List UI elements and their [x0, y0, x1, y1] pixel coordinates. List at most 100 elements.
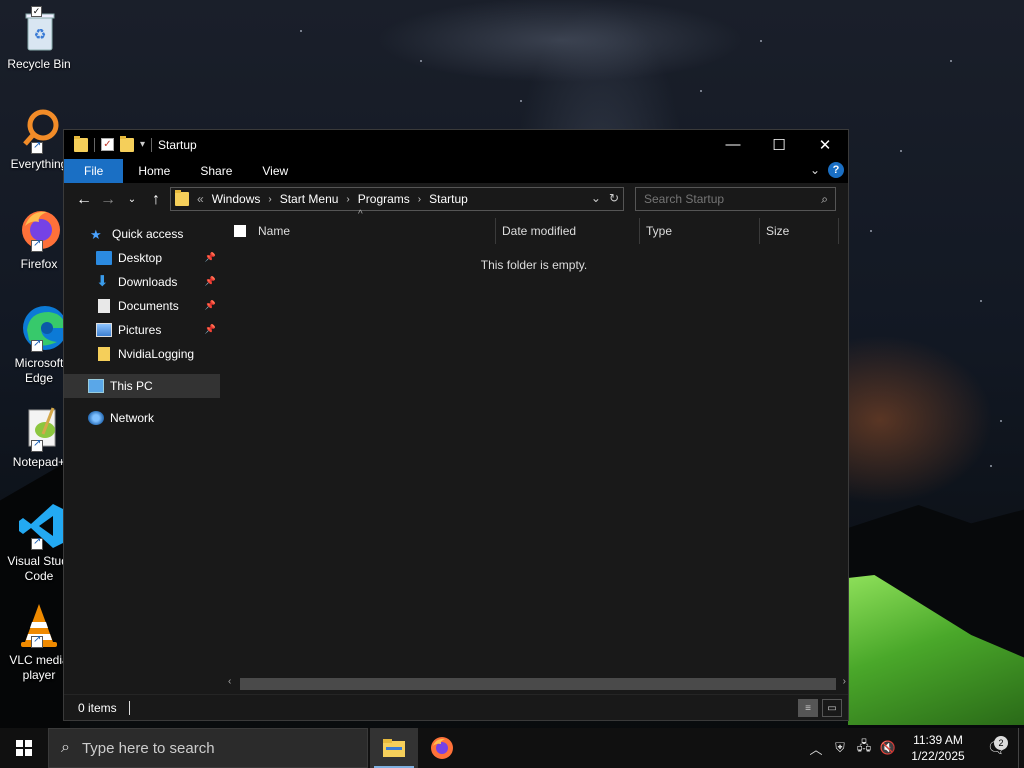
maximize-button[interactable]: ☐	[756, 130, 802, 159]
network-icon	[88, 411, 104, 425]
nav-item-network[interactable]: Network	[64, 406, 220, 430]
network-status-icon[interactable]: 🖧	[852, 737, 876, 759]
tab-share[interactable]: Share	[185, 159, 247, 183]
column-name[interactable]: Name	[258, 224, 290, 238]
download-arrow-icon: ⬇	[96, 273, 109, 290]
minimize-button[interactable]: —	[710, 130, 756, 159]
status-bar: 0 items ≡ ▭	[64, 694, 848, 720]
document-icon	[98, 299, 110, 313]
window-title: Startup	[158, 137, 197, 152]
tab-view[interactable]: View	[247, 159, 303, 183]
nav-item-label: Downloads	[118, 275, 178, 289]
action-center-button[interactable]: 🗨 2	[976, 736, 1018, 758]
desktop-icon-recycle-bin[interactable]: ♻ ✓ Recycle Bin	[0, 6, 78, 72]
nav-item-pictures[interactable]: Pictures 📌	[64, 318, 220, 342]
taskbar-search-placeholder: Type here to search	[81, 739, 215, 757]
new-folder-icon[interactable]	[120, 135, 134, 152]
nav-item-nvidialogging[interactable]: NvidiaLogging	[64, 342, 220, 366]
back-button[interactable]: ←	[72, 191, 96, 209]
pin-icon: 📌	[204, 276, 216, 286]
clock[interactable]: 11:39 AM 1/22/2025	[900, 732, 976, 764]
show-desktop-button[interactable]	[1018, 728, 1024, 768]
breadcrumb-programs[interactable]: Programs	[358, 192, 410, 206]
breadcrumb-startup[interactable]: Startup	[429, 192, 468, 206]
checkbox-icon: ✓	[31, 6, 42, 17]
nav-item-this-pc[interactable]: This PC	[64, 374, 220, 398]
volume-muted-icon[interactable]: 🔇	[876, 740, 900, 756]
search-icon: ⌕	[61, 739, 70, 756]
show-hidden-icons-icon[interactable]: ︿	[804, 739, 828, 758]
edge-icon	[23, 306, 67, 350]
shortcut-arrow-icon	[31, 238, 43, 252]
nav-item-label: Network	[110, 411, 155, 425]
nav-item-downloads[interactable]: ⬇ Downloads 📌	[64, 270, 220, 294]
system-tray: ︿ ⛨ 🖧 🔇 11:39 AM 1/22/2025 🗨 2	[804, 728, 1024, 768]
folder-icon	[74, 135, 88, 152]
horizontal-scrollbar[interactable]: ‹ ›	[228, 676, 848, 690]
chevron-right-icon[interactable]: ›	[268, 194, 271, 205]
tab-home[interactable]: Home	[123, 159, 185, 183]
taskbar-file-explorer[interactable]	[370, 728, 418, 768]
clock-date: 1/22/2025	[911, 749, 965, 763]
expand-ribbon-icon[interactable]: ⌄	[810, 163, 820, 177]
search-icon[interactable]: ⌕	[821, 192, 828, 207]
computer-icon	[88, 379, 104, 393]
desktop-icon	[96, 251, 112, 265]
folder-icon	[175, 190, 189, 206]
address-bar[interactable]: « Windows › Start Menu › Programs › Star…	[170, 187, 624, 211]
column-type[interactable]: Type	[646, 224, 672, 238]
navigation-pane: ★ Quick access Desktop 📌 ⬇ Downloads 📌 D…	[64, 216, 220, 694]
start-button[interactable]	[0, 728, 48, 768]
tab-file[interactable]: File	[64, 159, 124, 183]
refresh-icon[interactable]: ↻	[609, 191, 619, 205]
up-button[interactable]: ↑	[144, 191, 168, 209]
empty-folder-message: This folder is empty.	[480, 258, 588, 272]
nav-item-quick-access[interactable]: ★ Quick access	[64, 222, 220, 246]
large-icons-view-button[interactable]: ▭	[822, 699, 842, 717]
item-count: 0 items	[78, 700, 117, 715]
nav-item-label: This PC	[110, 379, 153, 393]
shortcut-arrow-icon	[31, 338, 43, 352]
ribbon: File Home Share View ⌄ ?	[64, 159, 848, 183]
properties-icon[interactable]: ✓	[101, 138, 114, 151]
recent-locations-button[interactable]: ⌄	[120, 194, 144, 205]
scroll-left-icon[interactable]: ‹	[228, 676, 231, 687]
select-all-checkbox[interactable]	[234, 225, 246, 237]
navigation-bar: ← → ⌄ ↑ « Windows › Start Menu › Program…	[64, 183, 848, 216]
svg-text:♻: ♻	[34, 26, 47, 42]
taskbar-search-box[interactable]: ⌕ Type here to search	[48, 728, 368, 768]
firefox-icon	[431, 737, 453, 759]
address-dropdown-icon[interactable]: ⌄	[591, 191, 601, 205]
star-icon: ★	[90, 227, 102, 242]
column-date-modified[interactable]: Date modified	[502, 224, 576, 238]
breadcrumb-start-menu[interactable]: Start Menu	[280, 192, 339, 206]
customize-toolbar-icon[interactable]: ▾	[140, 139, 145, 150]
details-view-button[interactable]: ≡	[798, 699, 818, 717]
scroll-right-icon[interactable]: ›	[843, 676, 846, 687]
forward-button[interactable]: →	[96, 191, 120, 209]
close-button[interactable]: ✕	[802, 130, 848, 159]
nav-item-label: Desktop	[118, 251, 163, 265]
search-input[interactable]	[644, 192, 814, 206]
chevron-right-icon[interactable]: ›	[346, 194, 349, 205]
title-bar[interactable]: ✓ ▾ Startup — ☐ ✕	[64, 130, 848, 159]
breadcrumb-windows[interactable]: Windows	[212, 192, 261, 206]
breadcrumb-overflow[interactable]: «	[197, 192, 204, 206]
pin-icon: 📌	[204, 300, 216, 310]
column-header: ^ Name Date modified Type Size	[220, 209, 848, 246]
folder-icon	[98, 347, 110, 361]
search-box[interactable]: ⌕	[635, 187, 836, 211]
column-size[interactable]: Size	[766, 224, 789, 238]
nav-item-label: Quick access	[112, 227, 184, 241]
nav-item-documents[interactable]: Documents 📌	[64, 294, 220, 318]
nav-item-label: NvidiaLogging	[118, 347, 195, 361]
file-explorer-window: ✓ ▾ Startup — ☐ ✕ File Home Share View ⌄…	[63, 129, 849, 721]
scrollbar-thumb[interactable]	[240, 678, 836, 690]
help-icon[interactable]: ?	[828, 162, 844, 178]
security-icon[interactable]: ⛨	[828, 740, 852, 756]
taskbar-firefox[interactable]	[418, 728, 466, 768]
nav-item-label: Documents	[118, 299, 179, 313]
pin-icon: 📌	[204, 252, 216, 262]
nav-item-desktop[interactable]: Desktop 📌	[64, 246, 220, 270]
chevron-right-icon[interactable]: ›	[418, 194, 421, 205]
